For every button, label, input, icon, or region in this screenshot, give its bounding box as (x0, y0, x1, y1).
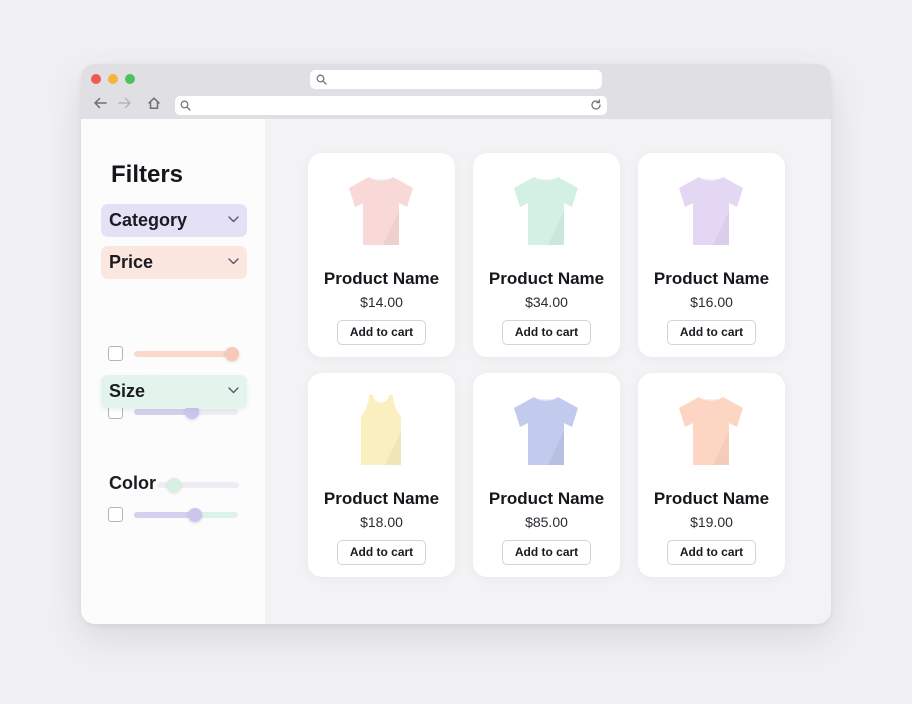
color-slider-fill (134, 512, 196, 518)
product-grid: Product Name $14.00 Add to cart Product … (265, 119, 831, 624)
size-filter-header[interactable]: Size (101, 375, 247, 408)
forward-arrow-icon[interactable] (118, 97, 132, 109)
product-price: $14.00 (360, 294, 403, 310)
address-bar[interactable] (175, 96, 607, 115)
product-card[interactable]: Product Name $16.00 Add to cart (638, 153, 785, 357)
add-to-cart-button[interactable]: Add to cart (667, 320, 756, 345)
product-price: $19.00 (690, 514, 733, 530)
product-name: Product Name (653, 269, 770, 288)
product-card[interactable]: Product Name $85.00 Add to cart (473, 373, 620, 577)
product-name: Product Name (653, 489, 770, 508)
product-price: $85.00 (525, 514, 568, 530)
add-to-cart-button[interactable]: Add to cart (502, 540, 591, 565)
color-slider-thumb[interactable] (188, 508, 202, 522)
t-shirt-icon (349, 177, 413, 245)
product-card[interactable]: Product Name $18.00 Add to cart (308, 373, 455, 577)
add-to-cart-button[interactable]: Add to cart (502, 320, 591, 345)
price-filter-label: Price (109, 252, 154, 272)
chevron-down-icon (228, 216, 239, 223)
minimize-window-button[interactable] (108, 74, 118, 84)
add-to-cart-button[interactable]: Add to cart (667, 540, 756, 565)
product-card[interactable]: Product Name $19.00 Add to cart (638, 373, 785, 577)
maximize-window-button[interactable] (125, 74, 135, 84)
search-icon (316, 74, 327, 85)
search-icon (180, 100, 191, 111)
price-option-checkbox[interactable] (108, 346, 123, 361)
tank-top-icon (361, 395, 401, 465)
category-filter-header[interactable]: Category (101, 204, 247, 237)
chevron-down-icon (228, 387, 239, 394)
product-name: Product Name (323, 489, 440, 508)
browser-window: Filters Category Price Size Color Produc… (81, 64, 831, 624)
home-icon[interactable] (147, 96, 161, 110)
close-window-button[interactable] (91, 74, 101, 84)
price-slider-fill (134, 409, 192, 415)
color-filter-label: Color (109, 473, 156, 493)
color-option-checkbox[interactable] (108, 507, 123, 522)
filters-sidebar: Filters Category Price Size Color (81, 119, 265, 624)
price-filter-header[interactable]: Price (101, 246, 247, 279)
category-filter-label: Category (109, 210, 188, 230)
add-to-cart-button[interactable]: Add to cart (337, 320, 426, 345)
product-card[interactable]: Product Name $34.00 Add to cart (473, 153, 620, 357)
size-filter-label: Size (109, 381, 146, 401)
t-shirt-icon (514, 397, 578, 465)
product-price: $34.00 (525, 294, 568, 310)
price-slider-thumb[interactable] (225, 347, 239, 361)
reload-icon[interactable] (590, 99, 602, 111)
t-shirt-icon (679, 177, 743, 245)
color-slider-thumb[interactable] (167, 478, 181, 492)
t-shirt-icon (679, 397, 743, 465)
product-price: $16.00 (690, 294, 733, 310)
product-name: Product Name (488, 489, 605, 508)
tab-search-bar[interactable] (310, 70, 602, 89)
add-to-cart-button[interactable]: Add to cart (337, 540, 426, 565)
product-price: $18.00 (360, 514, 403, 530)
product-card[interactable]: Product Name $14.00 Add to cart (308, 153, 455, 357)
back-arrow-icon[interactable] (93, 97, 107, 109)
filters-title: Filters (111, 161, 184, 188)
product-name: Product Name (323, 269, 440, 288)
product-name: Product Name (488, 269, 605, 288)
t-shirt-icon (514, 177, 578, 245)
chevron-down-icon (228, 258, 239, 265)
price-slider-track[interactable] (134, 351, 238, 357)
browser-chrome (81, 64, 831, 119)
